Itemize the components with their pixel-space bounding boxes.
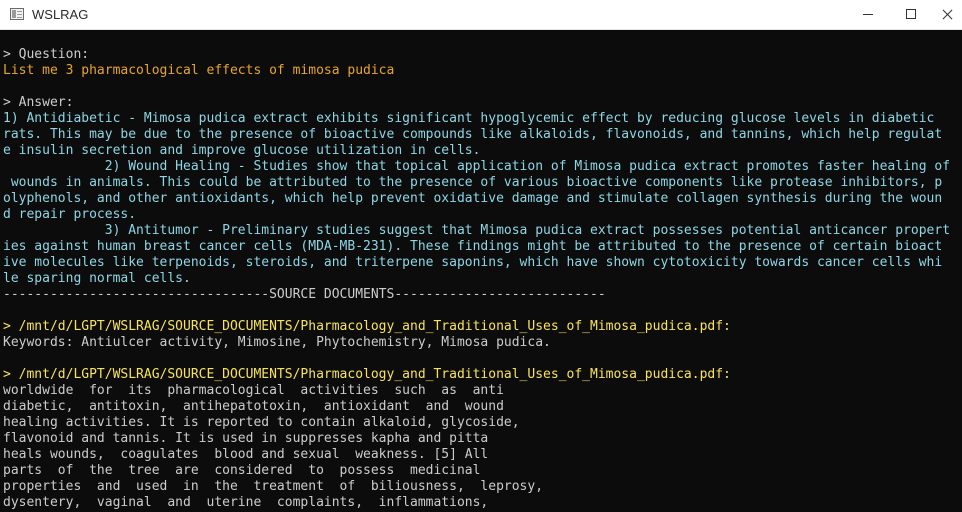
answer-line: olyphenols, and other antioxidants, whic… [3, 191, 943, 206]
source-line: parts of the tree are considered to poss… [3, 463, 481, 478]
title-bar[interactable]: WSLRAG [0, 0, 962, 30]
source-path: > /mnt/d/LGPT/WSLRAG/SOURCE_DOCUMENTS/Ph… [3, 319, 731, 334]
answer-label: > Answer: [3, 95, 74, 110]
question-text: List me 3 pharmacological effects of mim… [3, 63, 395, 78]
answer-line: e insulin secretion and improve glucose … [3, 143, 481, 158]
answer-line: d repair process. [3, 207, 137, 222]
source-line: properties and used in the treatment of … [3, 479, 544, 494]
source-separator: ----------------------------------SOURCE… [3, 287, 606, 302]
terminal-output[interactable]: > Question: List me 3 pharmacological ef… [0, 31, 962, 512]
source-line: worldwide for its pharmacological activi… [3, 383, 504, 398]
source-line: flavonoid and tannis. It is used in supp… [3, 431, 489, 446]
answer-line: 1) Antidiabetic - Mimosa pudica extract … [3, 111, 935, 126]
terminal-window: WSLRAG > Question: List me 3 pharmacolog… [0, 0, 962, 512]
source-line: heals wounds, coagulates blood and sexua… [3, 447, 489, 462]
source-line: diabetic, antitoxin, antihepatotoxin, an… [3, 399, 504, 414]
window-title: WSLRAG [32, 7, 89, 22]
maximize-icon [906, 9, 916, 19]
answer-line: ies against human breast cancer cells (M… [3, 239, 943, 254]
answer-line: wounds in animals. This could be attribu… [3, 175, 943, 190]
minimize-button[interactable] [846, 0, 892, 30]
source-line: healing activities. It is reported to co… [3, 415, 520, 430]
answer-line: rats. This may be due to the presence of… [3, 127, 943, 142]
minimize-icon [863, 14, 873, 15]
terminal-window-icon [10, 8, 24, 20]
answer-line: ive molecules like terpenoids, steroids,… [3, 255, 943, 270]
source-line: dysentery, vaginal and uterine complaint… [3, 495, 489, 510]
source-line: Keywords: Antiulcer activity, Mimosine, … [3, 335, 551, 350]
question-label: > Question: [3, 47, 90, 62]
answer-line: 3) Antitumor - Preliminary studies sugge… [3, 223, 951, 238]
close-button[interactable] [934, 0, 962, 30]
source-path: > /mnt/d/LGPT/WSLRAG/SOURCE_DOCUMENTS/Ph… [3, 367, 731, 382]
answer-line: le sparing normal cells. [3, 271, 191, 286]
close-icon [938, 4, 958, 24]
maximize-button[interactable] [888, 0, 934, 30]
answer-line: 2) Wound Healing - Studies show that top… [3, 159, 951, 174]
